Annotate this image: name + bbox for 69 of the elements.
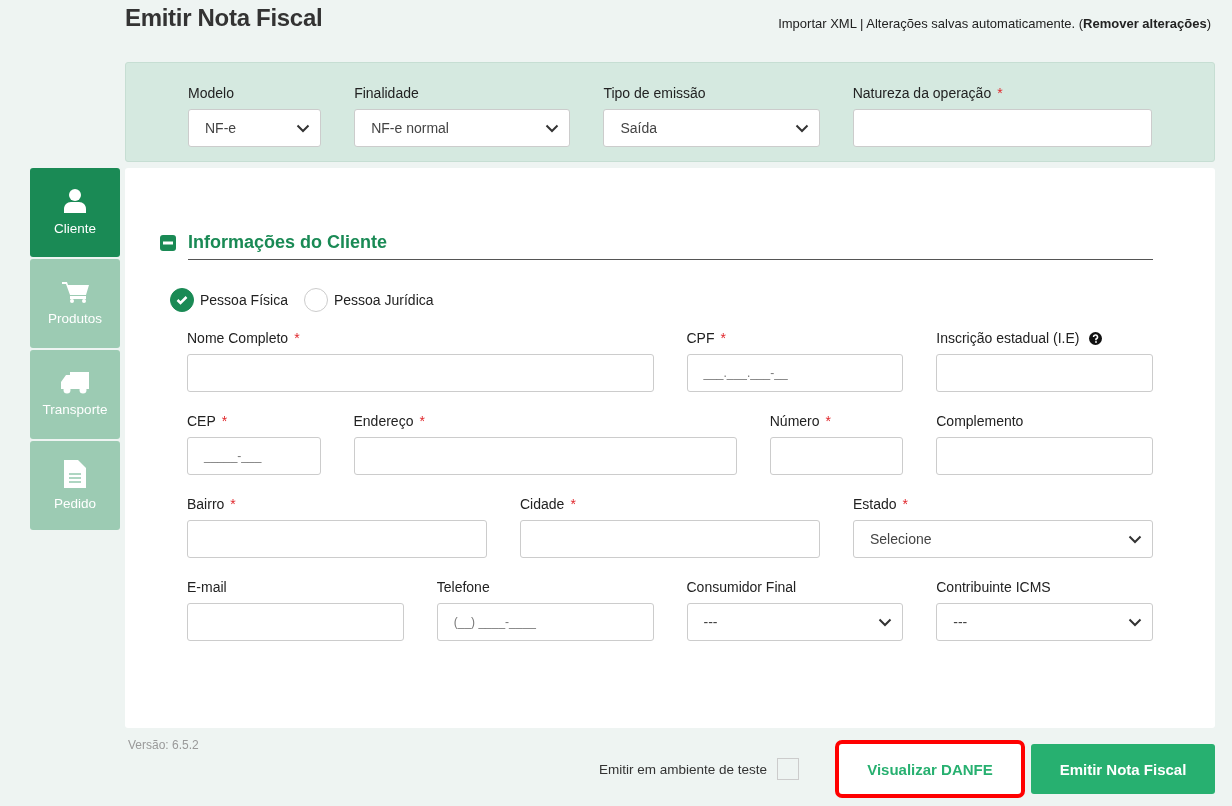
field-label: Estado xyxy=(853,496,897,512)
select-field[interactable]: Saída xyxy=(603,109,820,147)
field-label: Endereço xyxy=(353,413,414,429)
radio-option[interactable]: Pessoa Jurídica xyxy=(303,288,434,312)
field-label: Cidade xyxy=(520,496,565,512)
version-text: Versão: 6.5.2 xyxy=(128,738,199,752)
field-label: Inscrição estadual (I.E) xyxy=(936,330,1080,346)
select-field[interactable]: --- xyxy=(936,603,1153,641)
sidebar-tab[interactable]: Cliente xyxy=(30,168,120,257)
document-icon xyxy=(64,460,86,488)
required-asterisk: * xyxy=(825,413,831,429)
select-field[interactable]: NF-e xyxy=(188,109,322,147)
select-field[interactable]: NF-e normal xyxy=(354,109,571,147)
input-field[interactable]: _____-___ xyxy=(187,437,321,475)
help-icon[interactable] xyxy=(1089,331,1103,345)
field-label: Finalidade xyxy=(354,85,419,101)
select-field[interactable]: --- xyxy=(686,603,904,641)
remove-changes-link[interactable]: Remover alterações xyxy=(1083,16,1207,31)
input-field[interactable]: ___.___.___-__ xyxy=(686,354,904,392)
check-icon xyxy=(176,295,188,305)
chevron-down-icon xyxy=(1128,534,1142,544)
import-xml-link[interactable]: Importar XML xyxy=(778,16,857,31)
chevron-down-icon xyxy=(878,617,893,627)
test-mode-checkbox[interactable] xyxy=(777,758,799,780)
field-label: Natureza da operação xyxy=(852,85,992,101)
input-field[interactable] xyxy=(187,520,487,558)
field-label: Bairro xyxy=(187,496,225,512)
chevron-down-icon xyxy=(794,123,809,133)
input-field[interactable] xyxy=(187,603,404,641)
section-title: Informações do Cliente xyxy=(188,226,1153,260)
input-field[interactable] xyxy=(520,520,820,558)
required-asterisk: * xyxy=(294,330,300,346)
required-asterisk: * xyxy=(720,330,726,346)
field-label: CPF xyxy=(686,330,715,346)
field-label: Nome Completo xyxy=(187,330,289,346)
field-label: Telefone xyxy=(436,579,490,595)
chevron-down-icon xyxy=(296,123,311,133)
field-label: Número xyxy=(769,413,820,429)
input-field[interactable] xyxy=(769,437,904,475)
required-asterisk: * xyxy=(902,496,909,512)
cart-icon xyxy=(61,281,89,303)
field-label: CEP xyxy=(187,413,216,429)
required-asterisk: * xyxy=(221,413,228,429)
chevron-down-icon xyxy=(1128,617,1142,627)
required-asterisk: * xyxy=(570,496,576,512)
truck-icon xyxy=(61,372,89,394)
field-label: E-mail xyxy=(187,579,227,595)
input-field[interactable] xyxy=(353,437,737,475)
user-icon xyxy=(64,189,86,213)
input-field[interactable]: (__) ____-____ xyxy=(436,603,654,641)
input-field[interactable] xyxy=(187,354,654,392)
field-label: Consumidor Final xyxy=(686,579,797,595)
field-label: Complemento xyxy=(936,413,1024,429)
required-asterisk: * xyxy=(419,413,425,429)
collapse-icon[interactable] xyxy=(160,235,176,251)
required-asterisk: * xyxy=(997,85,1003,101)
input-field[interactable] xyxy=(936,437,1153,475)
chevron-down-icon xyxy=(545,123,560,133)
field-label: Modelo xyxy=(188,85,234,101)
page-title: Emitir Nota Fiscal xyxy=(125,4,323,32)
radio-option[interactable]: Pessoa Física xyxy=(170,288,288,312)
field-label: Tipo de emissão xyxy=(603,85,706,101)
field-label: Contribuinte ICMS xyxy=(936,579,1051,595)
input-field[interactable] xyxy=(852,109,1152,147)
test-mode-label: Emitir em ambiente de teste xyxy=(598,761,767,777)
autosave-note: Importar XML | Alterações salvas automaticamente. (Remover alterações) xyxy=(778,16,1211,31)
required-asterisk: * xyxy=(230,496,236,512)
input-field[interactable] xyxy=(936,354,1153,392)
select-field[interactable]: Selecione xyxy=(853,520,1153,558)
